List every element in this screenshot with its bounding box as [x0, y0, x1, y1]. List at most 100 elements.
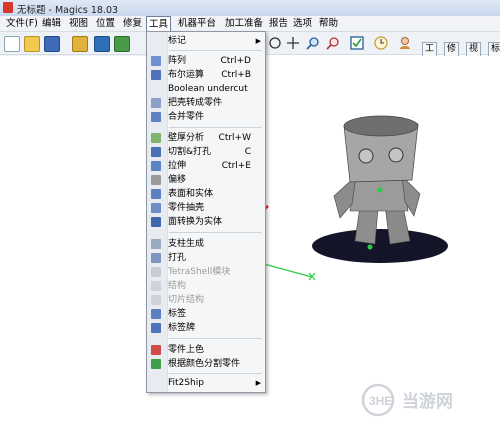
menu-item-surface-solid[interactable]: 表面和实体 [147, 188, 265, 201]
menu-edit[interactable]: 编辑 [40, 17, 63, 30]
structure-icon [151, 281, 161, 291]
menu-item-label: 合并零件 [168, 112, 205, 122]
help-person-icon[interactable] [398, 36, 412, 50]
menu-item-mark[interactable]: 标记 ▶ [147, 35, 265, 48]
model-head-top [343, 115, 419, 137]
magics-app-icon [3, 2, 13, 13]
menu-options[interactable]: 选项 [291, 17, 314, 30]
menu-item-label: 根据颜色分割零件 [168, 359, 241, 369]
menu-item-array[interactable]: 阵列 Ctrl+D [147, 55, 265, 68]
slice-structure-icon [151, 295, 161, 305]
menu-item-merge-parts[interactable]: 合并零件 [147, 111, 265, 124]
punch-icon [151, 253, 161, 263]
menu-separator [169, 50, 262, 51]
menu-item-color-part[interactable]: 零件上色 [147, 344, 265, 357]
title-bar: 无标题 - Magics 18.03 [0, 0, 500, 17]
clock-icon[interactable] [374, 36, 388, 50]
menu-item-strut[interactable]: 支柱生成 [147, 238, 265, 251]
menu-item-label: 面转换为实体 [168, 217, 223, 227]
menu-item-boolean[interactable]: 布尔运算 Ctrl+B [147, 69, 265, 82]
rotate-icon[interactable] [268, 36, 282, 50]
menu-item-structure[interactable]: 结构 [147, 280, 265, 293]
menu-item-tetrashell[interactable]: TetraShell模块 [147, 266, 265, 279]
site-watermark: 3HE 当游网 [360, 382, 490, 418]
menu-position[interactable]: 位置 [94, 17, 117, 30]
menu-item-label: 零件上色 [168, 345, 205, 355]
window-title: 无标题 - Magics 18.03 [17, 5, 119, 16]
menu-item-label: 打孔 [168, 253, 187, 263]
menu-item-label: 拉伸 [168, 161, 187, 171]
menu-item-offset[interactable]: 偏移 [147, 174, 265, 187]
model-base-point [367, 244, 373, 250]
menu-build-prep[interactable]: 加工准备 [223, 17, 265, 30]
menu-item-fit2ship[interactable]: Fit2Ship ▶ [147, 377, 265, 390]
menu-machine-platform[interactable]: 机器平台 [176, 17, 218, 30]
menu-item-split-by-color[interactable]: 根据颜色分割零件 [147, 358, 265, 371]
menu-item-shortcut: C [244, 147, 251, 157]
menu-fix[interactable]: 修复 [121, 17, 144, 30]
import-icon[interactable] [72, 36, 88, 52]
menu-item-label: 标签牌 [168, 323, 196, 333]
open-folder-icon[interactable] [24, 36, 40, 52]
menu-item-label-tool[interactable]: 标签 [147, 308, 265, 321]
checkbox-icon[interactable] [350, 36, 364, 50]
cut-punch-icon [151, 147, 161, 157]
model-left-eye [358, 148, 374, 164]
tab-label[interactable]: 标 [488, 42, 500, 57]
merge-icon [151, 112, 161, 122]
menu-help[interactable]: 帮助 [317, 17, 340, 30]
save-part-icon[interactable] [94, 36, 110, 52]
boolean-icon [151, 70, 161, 80]
menu-item-surface-to-solid[interactable]: 面转换为实体 [147, 216, 265, 229]
menu-item-slice-structure[interactable]: 切片结构 [147, 294, 265, 307]
tetrashell-icon [151, 267, 161, 277]
menu-item-boolean-undercut[interactable]: Boolean undercut [147, 83, 265, 96]
pan-icon[interactable] [286, 36, 300, 50]
menu-item-label: 表面和实体 [168, 189, 214, 199]
menu-item-label: 切片结构 [168, 295, 205, 305]
menu-item-label: 偏移 [168, 175, 187, 185]
surface-solid-icon [151, 189, 161, 199]
menu-item-label: 阵列 [168, 56, 187, 66]
remove-part-icon[interactable] [114, 36, 130, 52]
label-icon [151, 309, 161, 319]
menu-separator [169, 232, 262, 233]
tab-view[interactable]: 视图 [466, 42, 482, 67]
tab-tools[interactable]: 工具 [422, 42, 438, 67]
new-file-icon[interactable] [4, 36, 20, 52]
offset-icon [151, 175, 161, 185]
save-icon[interactable] [44, 36, 60, 52]
menu-report[interactable]: 报告 [267, 17, 290, 30]
menu-item-label: 切割&打孔 [168, 147, 212, 157]
tab-fix[interactable]: 修复 [444, 42, 460, 67]
menu-item-label: TetraShell模块 [168, 267, 231, 277]
tools-menu: 标记 ▶ 阵列 Ctrl+D 布尔运算 Ctrl+B Boolean under… [146, 31, 266, 393]
watermark-logo: 3HE 当游网 [361, 383, 453, 417]
submenu-arrow-icon: ▶ [255, 37, 261, 45]
zoom-icon[interactable] [306, 36, 320, 50]
menu-item-label-plate[interactable]: 标签牌 [147, 322, 265, 335]
menu-tools[interactable]: 工具 [146, 16, 172, 32]
menu-item-extrude[interactable]: 拉伸 Ctrl+E [147, 160, 265, 173]
menu-item-shell-to-part[interactable]: 把壳转成零件 [147, 97, 265, 110]
model-center-point [377, 187, 383, 193]
menu-item-cut-punch[interactable]: 切割&打孔 C [147, 146, 265, 159]
menu-file[interactable]: 文件(F) [4, 17, 40, 30]
label-plate-icon [151, 323, 161, 333]
menu-separator [169, 373, 262, 374]
model-left-arm [333, 175, 357, 219]
menu-item-label: Boolean undercut [168, 84, 248, 94]
menu-item-hollow[interactable]: 零件抽壳 [147, 202, 265, 215]
extrude-icon [151, 161, 161, 171]
zoom-fit-icon[interactable] [326, 36, 340, 50]
x-axis-line [259, 262, 313, 278]
split-by-color-icon [151, 359, 161, 369]
model-right-eye [388, 147, 404, 163]
menu-view[interactable]: 视图 [67, 17, 90, 30]
menu-separator [169, 127, 262, 128]
menu-item-punch[interactable]: 打孔 [147, 252, 265, 265]
watermark-logo-text: 3HE [369, 394, 392, 408]
menu-bar: 文件(F) 编辑 视图 位置 修复 工具 机器平台 加工准备 报告 选项 帮助 [0, 16, 500, 32]
color-part-icon [151, 345, 161, 355]
menu-item-wall-thickness[interactable]: 壁厚分析 Ctrl+W [147, 132, 265, 145]
